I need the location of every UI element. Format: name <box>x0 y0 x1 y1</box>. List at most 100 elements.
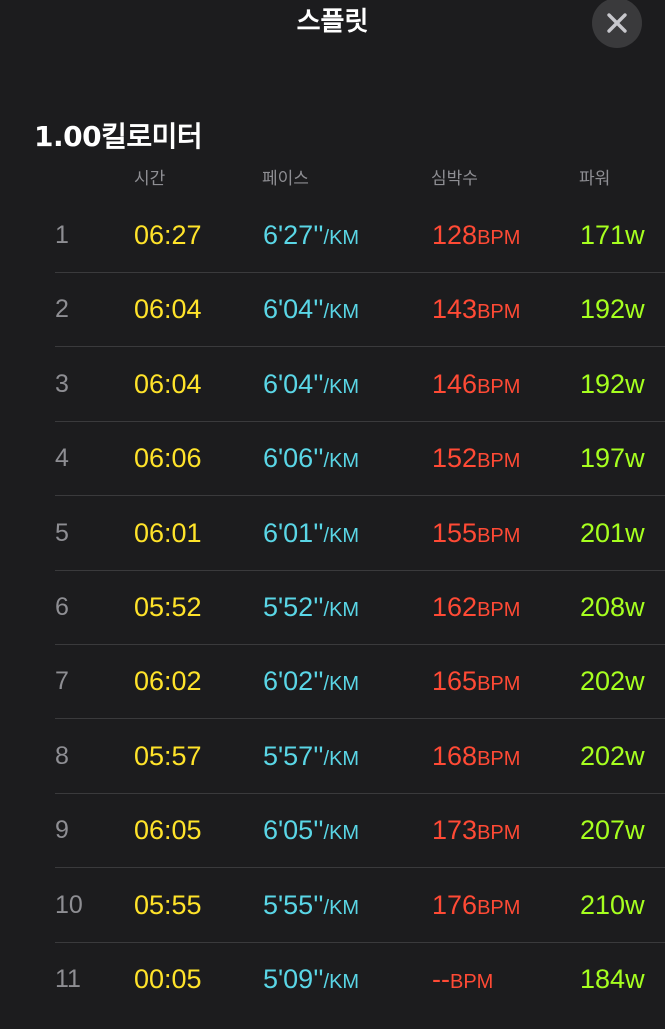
split-time-value: 05:57 <box>134 740 202 771</box>
split-pace-unit: /KM <box>323 971 360 993</box>
split-heart-rate: 155BPM <box>432 515 520 554</box>
split-pace: 6'06''/KM <box>263 440 359 479</box>
column-header-time: 시간 <box>134 169 166 189</box>
split-power-unit: w <box>625 889 645 920</box>
split-power-unit: w <box>625 368 645 399</box>
split-pace: 6'04''/KM <box>263 366 359 405</box>
close-button[interactable] <box>592 0 642 48</box>
split-time: 06:02 <box>134 663 202 699</box>
split-index-value: 3 <box>55 369 69 398</box>
split-pace-value: 5'57'' <box>263 740 324 771</box>
split-index: 5 <box>55 515 69 551</box>
split-pace: 6'05''/KM <box>263 812 359 851</box>
split-time-value: 06:05 <box>134 815 202 846</box>
split-power: 207w <box>580 812 645 848</box>
split-pace-unit: /KM <box>323 301 360 324</box>
split-index: 1 <box>55 217 69 253</box>
split-heart-rate-unit: BPM <box>477 227 521 249</box>
split-heart-rate-value: 162 <box>432 592 478 622</box>
split-pace-value: 5'55'' <box>263 889 324 920</box>
split-power: 171w <box>580 217 645 253</box>
split-time-value: 00:05 <box>134 964 202 994</box>
split-power: 208w <box>580 589 645 625</box>
split-pace-unit: /KM <box>323 227 360 249</box>
split-heart-rate: 176BPM <box>432 887 520 926</box>
split-index-value: 4 <box>55 444 69 473</box>
split-pace-unit: /KM <box>323 375 360 398</box>
split-pace-value: 6'06'' <box>263 443 324 474</box>
split-index-value: 9 <box>55 816 69 845</box>
split-index-value: 6 <box>55 593 69 621</box>
split-power-value: 197 <box>580 443 626 474</box>
split-heart-rate-value: -- <box>432 964 450 994</box>
split-time: 06:05 <box>134 812 202 848</box>
split-index-value: 8 <box>55 741 69 770</box>
split-time-value: 06:27 <box>134 220 202 250</box>
split-power: 202w <box>580 738 645 774</box>
table-row: 5 06:01 6'01''/KM 155BPM 201w <box>0 497 665 571</box>
table-row: 10 05:55 5'55''/KM 176BPM 210w <box>0 869 665 943</box>
split-pace: 5'52''/KM <box>263 589 359 628</box>
split-heart-rate: 128BPM <box>432 217 520 256</box>
split-time-value: 06:04 <box>134 368 202 399</box>
split-pace-value: 6'27'' <box>263 220 324 250</box>
split-index-value: 7 <box>55 667 69 696</box>
split-heart-rate-unit: BPM <box>477 896 521 919</box>
split-power-value: 192 <box>580 294 626 325</box>
table-row: 4 06:06 6'06''/KM 152BPM 197w <box>0 422 665 497</box>
split-pace-value: 6'02'' <box>263 666 324 697</box>
split-index: 7 <box>55 663 69 699</box>
table-row: 11 00:05 5'09''/KM --BPM 184w <box>0 943 665 1017</box>
split-power-value: 208 <box>580 592 626 622</box>
split-distance-title: 1.00킬로미터 <box>34 120 203 153</box>
split-heart-rate-unit: BPM <box>477 301 521 324</box>
split-heart-rate: 173BPM <box>432 812 520 851</box>
split-index: 10 <box>55 887 83 923</box>
split-pace-value: 6'04'' <box>263 294 324 325</box>
split-pace-unit: /KM <box>323 599 360 621</box>
split-pace-value: 5'09'' <box>263 964 324 994</box>
split-heart-rate-unit: BPM <box>449 971 494 993</box>
split-pace: 6'04''/KM <box>263 291 359 330</box>
split-time: 05:52 <box>134 589 202 625</box>
split-time: 05:55 <box>134 887 202 923</box>
split-power-value: 207 <box>580 815 626 846</box>
split-heart-rate-value: 128 <box>432 220 478 250</box>
column-header-power: 파워 <box>579 169 611 189</box>
split-power-value: 171 <box>580 220 626 250</box>
split-heart-rate: 162BPM <box>432 589 520 628</box>
column-header-pace: 페이스 <box>262 169 309 189</box>
split-power: 197w <box>580 440 645 476</box>
split-power: 192w <box>580 366 645 402</box>
split-time: 06:06 <box>134 440 202 476</box>
split-power-unit: w <box>625 443 645 474</box>
split-heart-rate: 152BPM <box>432 440 520 479</box>
split-heart-rate-unit: BPM <box>477 822 521 845</box>
split-pace: 6'01''/KM <box>263 515 359 554</box>
split-heart-rate-value: 176 <box>432 889 478 920</box>
split-power-value: 202 <box>580 666 626 697</box>
split-time-value: 05:55 <box>134 889 202 920</box>
split-power-unit: w <box>625 294 645 325</box>
split-pace-unit: /KM <box>323 450 360 473</box>
split-index: 11 <box>55 961 81 997</box>
page-title: 스플릿 <box>296 7 369 37</box>
split-time: 06:27 <box>134 217 202 253</box>
split-index-value: 5 <box>55 518 69 547</box>
split-heart-rate-value: 152 <box>432 443 478 474</box>
split-power-value: 210 <box>580 889 626 920</box>
split-index: 9 <box>55 812 69 848</box>
split-index: 6 <box>55 589 69 625</box>
split-index-value: 2 <box>55 295 69 324</box>
split-pace-unit: /KM <box>323 524 360 547</box>
table-row: 1 06:27 6'27''/KM 128BPM 171w <box>0 199 665 273</box>
split-power: 184w <box>580 961 645 997</box>
split-time: 05:57 <box>134 738 202 774</box>
split-heart-rate: --BPM <box>432 961 493 1000</box>
split-power: 202w <box>580 663 645 699</box>
split-pace-value: 6'01'' <box>263 517 324 548</box>
table-row: 9 06:05 6'05''/KM 173BPM 207w <box>0 794 665 869</box>
split-heart-rate-unit: BPM <box>477 524 521 547</box>
split-heart-rate-value: 168 <box>432 740 478 771</box>
split-pace: 5'09''/KM <box>263 961 359 1000</box>
